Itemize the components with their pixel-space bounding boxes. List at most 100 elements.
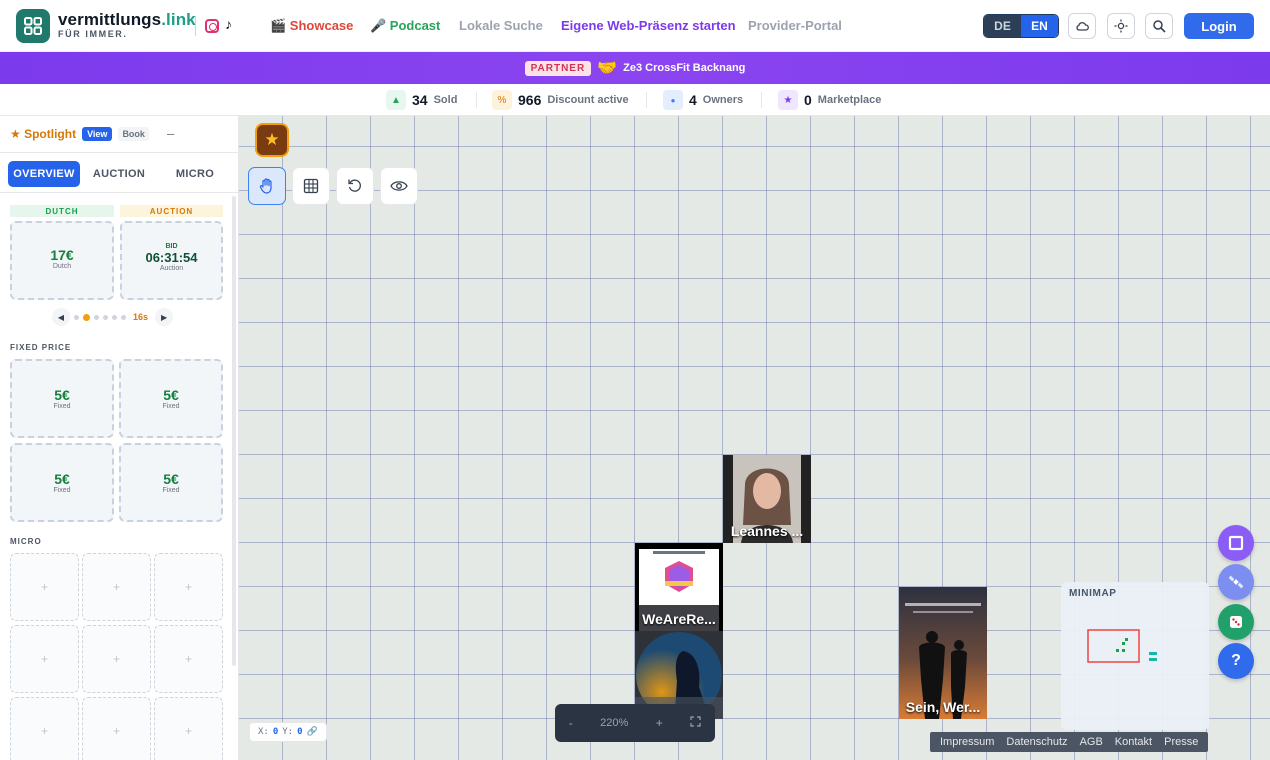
discount-icon: % — [492, 90, 512, 110]
x-label: X: — [258, 727, 269, 737]
fixed-card[interactable]: 5€ Fixed — [10, 443, 114, 522]
link-icon[interactable]: 🔗 — [307, 727, 318, 737]
carousel-pager: ◀ 16s ▶ — [52, 308, 174, 326]
collapse-button[interactable]: – — [167, 126, 174, 141]
footer-datenschutz-link[interactable]: Datenschutz — [1006, 736, 1067, 748]
pager-dot-active[interactable] — [83, 313, 90, 321]
lang-de-button[interactable]: DE — [984, 15, 1021, 37]
canvas-tile-sein-wer[interactable]: Sein, Wer... — [899, 587, 987, 719]
pager-dot[interactable] — [74, 314, 79, 320]
auction-label: AUCTION — [120, 205, 223, 217]
micro-slot-add[interactable]: + — [154, 625, 223, 693]
grid-canvas[interactable]: ★ Leannes ... WeAreRe... Sein, Wer... X:… — [239, 116, 1270, 760]
partner-name: Ze3 CrossFit Backnang — [623, 62, 746, 74]
language-switch: DE EN — [983, 14, 1059, 38]
micro-slot-add[interactable]: + — [10, 553, 79, 621]
minimap-viewport — [1087, 629, 1157, 663]
nav-eigene-web-praesenz[interactable]: Eigene Web-Präsenz starten — [561, 18, 736, 33]
fixed-card[interactable]: 5€ Fixed — [10, 359, 114, 438]
spotlight-sidebar: ★ Spotlight View Book – OVERVIEW AUCTION… — [0, 116, 239, 760]
tiktok-icon[interactable]: ♪ — [225, 16, 232, 32]
pager-dot[interactable] — [94, 314, 99, 320]
dutch-card[interactable]: 17€ Dutch — [10, 221, 114, 300]
pager-dot[interactable] — [103, 314, 108, 320]
auction-timer: 06:31:54 — [145, 250, 198, 265]
grid-icon[interactable] — [292, 167, 330, 205]
partner-banner[interactable]: PARTNER 🤝 Ze3 CrossFit Backnang — [0, 52, 1270, 84]
search-icon[interactable] — [1145, 13, 1173, 39]
eye-icon[interactable] — [380, 167, 418, 205]
view-toggle-button[interactable]: View — [82, 126, 113, 141]
weather-icon[interactable] — [1068, 13, 1096, 39]
theme-toggle-icon[interactable] — [1107, 13, 1135, 39]
tile-caption: WeAreRe... — [642, 611, 716, 627]
nav-provider-portal[interactable]: Provider-Portal — [748, 18, 842, 33]
satellite-icon[interactable] — [1218, 564, 1254, 600]
reset-icon[interactable] — [336, 167, 374, 205]
help-button[interactable]: ? — [1218, 643, 1254, 679]
micro-slot-add[interactable]: + — [82, 697, 151, 760]
login-button[interactable]: Login — [1184, 13, 1254, 39]
lang-en-button[interactable]: EN — [1021, 15, 1058, 37]
fullscreen-icon[interactable] — [690, 716, 701, 730]
micro-slot-add[interactable]: + — [154, 697, 223, 760]
stat-label: Marketplace — [817, 94, 882, 106]
canvas-tile-leannes[interactable]: Leannes ... — [723, 455, 811, 543]
canvas-tile-wearere[interactable]: WeAreRe... — [635, 543, 723, 631]
instagram-icon[interactable] — [205, 19, 219, 33]
sidebar-scrollbar[interactable] — [232, 196, 236, 666]
footer-kontakt-link[interactable]: Kontakt — [1115, 736, 1152, 748]
tile-caption: Leannes ... — [730, 523, 804, 539]
zoom-in-button[interactable]: + — [656, 716, 663, 730]
brand-logo[interactable]: vermittlungs.link FÜR IMMER. — [58, 10, 196, 39]
tab-micro[interactable]: MICRO — [160, 161, 230, 187]
nav-podcast[interactable]: 🎤 Podcast — [370, 18, 440, 34]
zoom-out-button[interactable]: - — [569, 716, 573, 730]
favorites-star-button[interactable]: ★ — [255, 123, 289, 157]
fixed-card[interactable]: 5€ Fixed — [119, 443, 223, 522]
sidebar-header: ★ Spotlight View Book – — [10, 126, 174, 141]
micro-slot-add[interactable]: + — [10, 697, 79, 760]
micro-slot-add[interactable]: + — [10, 625, 79, 693]
card-price: 5€ — [163, 387, 179, 403]
pager-next-button[interactable]: ▶ — [155, 308, 174, 326]
stats-bar: ▲ 34 Sold % 966 Discount active ● 4 Owne… — [0, 84, 1270, 116]
stat-label: Owners — [702, 94, 744, 106]
coordinates-readout: X: 0 Y: 0 🔗 — [249, 722, 327, 742]
brand-name: vermittlungs — [58, 10, 162, 29]
minimap[interactable]: MINIMAP — [1061, 582, 1209, 730]
partner-badge: PARTNER — [524, 60, 592, 76]
micro-slot-add[interactable]: + — [82, 553, 151, 621]
card-type: Fixed — [53, 403, 71, 410]
logo-icon[interactable] — [16, 9, 50, 43]
zoom-control: - 220% + — [555, 704, 715, 742]
pan-hand-tool[interactable] — [248, 167, 286, 205]
tile-caption: Sein, Wer... — [905, 699, 981, 715]
micro-slot-add[interactable]: + — [82, 625, 151, 693]
frame-mode-button[interactable] — [1218, 525, 1254, 561]
dice-icon[interactable] — [1218, 604, 1254, 640]
stat-marketplace: ★ 0 Marketplace — [778, 90, 881, 110]
pager-dot[interactable] — [121, 314, 126, 320]
nav-lokale-suche[interactable]: Lokale Suche — [459, 18, 543, 33]
stat-label: Discount active — [547, 94, 629, 106]
pager-dot[interactable] — [112, 314, 117, 320]
card-price: 5€ — [54, 387, 70, 403]
nav-showcase[interactable]: 🎬 Showcase — [270, 18, 353, 34]
tab-auction[interactable]: AUCTION — [84, 161, 154, 187]
auction-card[interactable]: BID 06:31:54 Auction — [120, 221, 223, 300]
footer-agb-link[interactable]: AGB — [1080, 736, 1103, 748]
card-type: Dutch — [52, 263, 72, 270]
pager-prev-button[interactable]: ◀ — [52, 308, 70, 326]
stat-value: 34 — [412, 92, 428, 108]
micro-slot-add[interactable]: + — [154, 553, 223, 621]
footer-presse-link[interactable]: Presse — [1164, 736, 1198, 748]
card-type: Fixed — [162, 487, 180, 494]
fixed-card[interactable]: 5€ Fixed — [119, 359, 223, 438]
tab-overview[interactable]: OVERVIEW — [8, 161, 80, 187]
footer-links: Impressum Datenschutz AGB Kontakt Presse — [930, 732, 1209, 752]
handshake-icon: 🤝 — [597, 60, 618, 77]
y-label: Y: — [282, 727, 294, 737]
book-toggle-button[interactable]: Book — [118, 126, 149, 141]
footer-impressum-link[interactable]: Impressum — [940, 736, 994, 748]
